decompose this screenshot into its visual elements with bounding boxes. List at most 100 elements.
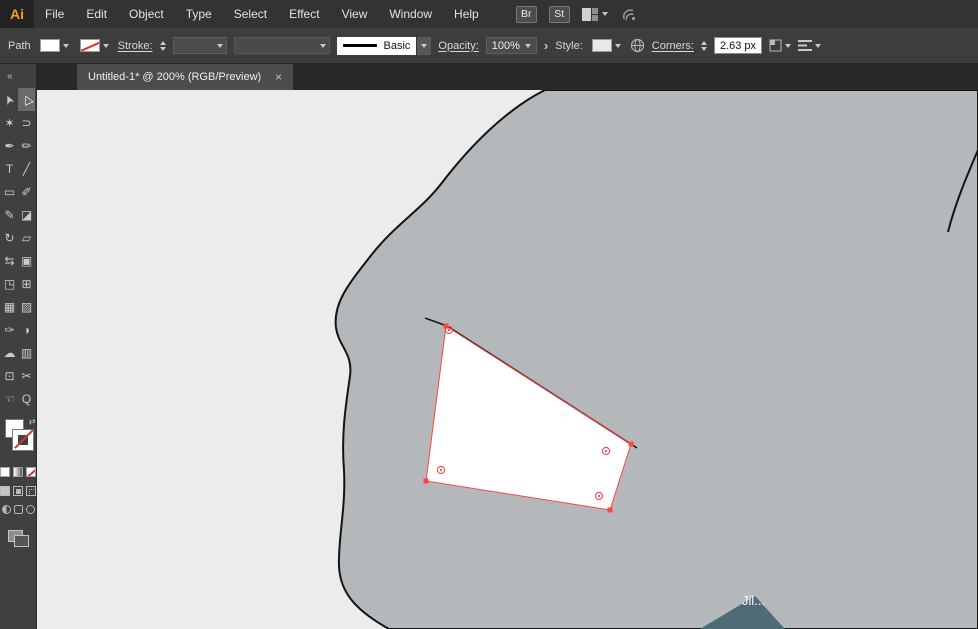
perspective-grid-tool[interactable]: ⊞	[18, 272, 35, 295]
brush-definition-select[interactable]	[234, 37, 330, 54]
chevron-down-icon	[217, 44, 223, 48]
chevron-down-icon	[815, 44, 821, 48]
menu-effect[interactable]: Effect	[278, 0, 330, 28]
corners-label[interactable]: Corners:	[652, 40, 694, 52]
app-logo: Ai	[0, 0, 34, 28]
illustrator-window: Ai FileEditObjectTypeSelectEffectViewWin…	[0, 0, 978, 629]
overlapping-windows-icon[interactable]	[8, 530, 28, 546]
type-tool[interactable]: T	[1, 157, 18, 180]
opacity-panel-arrow[interactable]: ›	[544, 39, 548, 52]
workspace-layout-icon	[582, 8, 598, 21]
gradient-button[interactable]	[13, 467, 23, 477]
screen-mode-row	[2, 505, 35, 514]
stroke-weight-label[interactable]: Stroke:	[118, 40, 153, 52]
tab-close-button[interactable]: ×	[275, 71, 282, 83]
zoom-tool[interactable]: Q	[18, 387, 35, 410]
menu-help[interactable]: Help	[443, 0, 490, 28]
menu-file[interactable]: File	[34, 0, 75, 28]
collapse-toolbar-button[interactable]: «	[0, 64, 36, 88]
transform-icon	[769, 39, 782, 52]
chevron-down-icon	[320, 44, 326, 48]
lasso-tool[interactable]: ⊃	[18, 111, 35, 134]
blend-tool[interactable]: ◑	[18, 318, 35, 341]
pen-tool[interactable]: ✒	[1, 134, 18, 157]
align-button[interactable]	[798, 40, 821, 51]
document-tab[interactable]: Untitled-1* @ 200% (RGB/Preview) ×	[77, 64, 293, 90]
screen-mode-presentation-icon[interactable]	[26, 505, 35, 514]
magic-wand-tool[interactable]: ✶	[1, 111, 18, 134]
color-button[interactable]	[0, 467, 10, 477]
artboard-tool[interactable]: ⊡	[1, 364, 18, 387]
corners-input[interactable]: 2.63 px	[714, 37, 762, 54]
canvas[interactable]: Jil...	[37, 90, 978, 629]
share-icon[interactable]	[620, 7, 637, 22]
menu-window[interactable]: Window	[378, 0, 443, 28]
selection-tool[interactable]: ➤	[1, 88, 18, 111]
width-tool[interactable]: ⇆	[1, 249, 18, 272]
menu-select[interactable]: Select	[223, 0, 278, 28]
fill-stroke-indicator: ⇄	[0, 418, 37, 458]
stroke-color-picker[interactable]	[78, 37, 111, 54]
menu-bar: Ai FileEditObjectTypeSelectEffectViewWin…	[0, 0, 978, 28]
column-graph-tool[interactable]: ▥	[18, 341, 35, 364]
opacity-label[interactable]: Opacity:	[438, 40, 478, 52]
draw-mode-row	[0, 486, 36, 496]
chevron-down-icon	[602, 12, 608, 16]
menu-items: FileEditObjectTypeSelectEffectViewWindow…	[34, 0, 490, 28]
chevron-down-icon	[785, 44, 791, 48]
stroke-weight-select[interactable]	[173, 37, 227, 54]
tools-panel: « ➤▷✶⊃✒✏T╱▭✐✎◪↻▱⇆▣◳⊞▦▨✑◑☁▥⊡✂☜Q ⇄	[0, 64, 37, 629]
menu-object[interactable]: Object	[118, 0, 175, 28]
opacity-input[interactable]: 100%	[486, 37, 537, 54]
free-transform-tool[interactable]: ▣	[18, 249, 35, 272]
rotate-tool[interactable]: ↻	[1, 226, 18, 249]
graphic-style-swatch	[592, 39, 612, 52]
paintbrush-tool[interactable]: ✐	[18, 180, 35, 203]
draw-inside-icon[interactable]	[26, 486, 36, 496]
screen-mode-fullscreen-icon[interactable]	[14, 505, 23, 514]
selection-type-label: Path	[8, 40, 31, 52]
control-bar: Path Stroke: Basic Opacity: 100%	[0, 28, 978, 64]
line-segment-tool[interactable]: ╱	[18, 157, 35, 180]
none-button[interactable]	[26, 467, 36, 477]
stroke-preview-line	[343, 44, 377, 47]
rectangle-tool[interactable]: ▭	[1, 180, 18, 203]
mesh-tool[interactable]: ▦	[1, 295, 18, 318]
menu-edit[interactable]: Edit	[75, 0, 118, 28]
fill-color-picker[interactable]	[38, 37, 71, 54]
chevron-down-icon	[63, 44, 69, 48]
screen-mode-normal-icon[interactable]	[2, 505, 11, 514]
eyedropper-tool[interactable]: ✑	[1, 318, 18, 341]
gradient-tool[interactable]: ▨	[18, 295, 35, 318]
stroke-style-select[interactable]: Basic	[337, 37, 432, 55]
stroke-weight-stepper[interactable]	[160, 41, 166, 51]
graphic-style-picker[interactable]	[590, 37, 623, 54]
shaper-tool[interactable]: ✎	[1, 203, 18, 226]
transform-presets-button[interactable]	[769, 39, 791, 52]
artwork-text[interactable]: Jil...	[742, 593, 765, 608]
direct-selection-tool[interactable]: ▷	[18, 88, 35, 111]
eraser-tool[interactable]: ◪	[18, 203, 35, 226]
blob-shape[interactable]	[336, 90, 978, 629]
slice-tool[interactable]: ✂	[18, 364, 35, 387]
stroke-color-box[interactable]	[13, 430, 33, 450]
workspace-switcher[interactable]	[582, 8, 608, 21]
bridge-button[interactable]: Br	[516, 6, 537, 23]
menu-view[interactable]: View	[331, 0, 379, 28]
recolor-artwork-icon[interactable]	[630, 38, 645, 53]
scale-tool[interactable]: ▱	[18, 226, 35, 249]
style-label: Style:	[555, 40, 583, 52]
shape-builder-tool[interactable]: ◳	[1, 272, 18, 295]
chevron-down-icon	[615, 44, 621, 48]
tools-grid: ➤▷✶⊃✒✏T╱▭✐✎◪↻▱⇆▣◳⊞▦▨✑◑☁▥⊡✂☜Q	[1, 88, 35, 410]
corners-stepper[interactable]	[701, 41, 707, 51]
draw-behind-icon[interactable]	[13, 486, 23, 496]
color-mode-row	[0, 467, 36, 477]
menu-type[interactable]: Type	[175, 0, 223, 28]
stock-button[interactable]: St	[549, 6, 570, 23]
curvature-tool[interactable]: ✏	[18, 134, 35, 157]
draw-normal-icon[interactable]	[0, 486, 10, 496]
hand-tool[interactable]: ☜	[1, 387, 18, 410]
swap-fill-stroke-icon[interactable]: ⇄	[29, 417, 36, 426]
symbol-sprayer-tool[interactable]: ☁	[1, 341, 18, 364]
